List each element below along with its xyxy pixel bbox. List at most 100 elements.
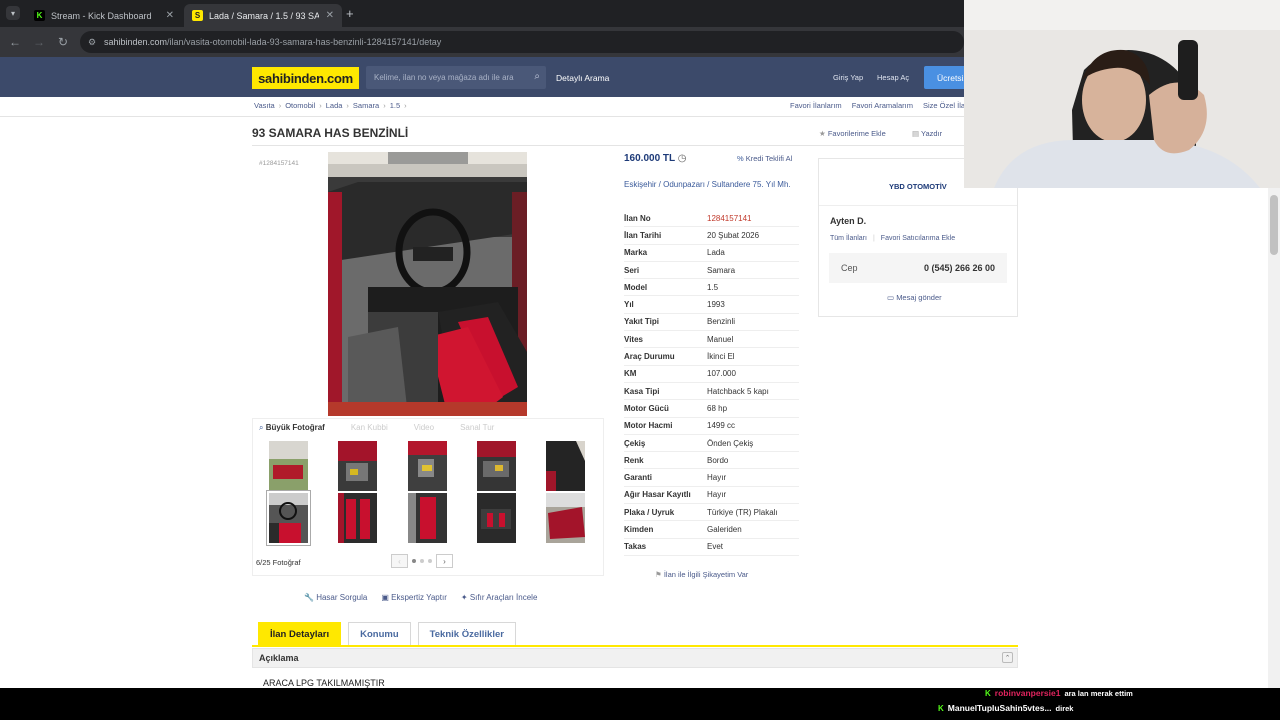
detail-value: 20 Şubat 2026: [707, 230, 760, 240]
large-photo-tab[interactable]: ⌕ Büyük Fotoğraf: [259, 423, 325, 433]
register-link[interactable]: Hesap Aç: [877, 73, 909, 82]
photo-thumbnail[interactable]: [269, 441, 308, 491]
detail-value: Samara: [707, 265, 736, 275]
browser-tab-kick[interactable]: K Stream - Kick Dashboard ✕: [26, 4, 182, 27]
detail-key: Marka: [624, 248, 648, 258]
page-dot[interactable]: [412, 559, 416, 563]
photo-thumbnail[interactable]: [477, 493, 516, 543]
breadcrumb-item[interactable]: Otomobil: [285, 101, 315, 110]
scrollbar-thumb[interactable]: [1270, 195, 1278, 255]
print-link[interactable]: ▤ Yazdır: [912, 129, 942, 138]
photo-thumbnail[interactable]: [338, 493, 377, 543]
main-photo[interactable]: [328, 152, 527, 416]
large-photo-label: Büyük Fotoğraf: [265, 423, 325, 432]
detail-key: Motor Gücü: [624, 403, 669, 413]
photo-thumbnail[interactable]: [408, 493, 447, 543]
kick-badge-icon: K: [985, 688, 991, 698]
detail-row: Seri Samara: [624, 262, 799, 280]
photo-thumbnail[interactable]: [477, 441, 516, 491]
detail-key: Takas: [624, 542, 647, 552]
breadcrumb-item[interactable]: 1.5: [390, 101, 400, 110]
breadcrumb-item[interactable]: Vasıta: [254, 101, 275, 110]
tab-listing-details[interactable]: İlan Detayları: [258, 622, 342, 645]
photo-thumbnail[interactable]: [546, 493, 585, 543]
photo-thumbnail-selected[interactable]: [266, 490, 311, 546]
close-icon[interactable]: ✕: [326, 10, 334, 21]
damage-check-link[interactable]: 🔧 Hasar Sorgula: [304, 593, 367, 602]
detail-key: Yakıt Tipi: [624, 317, 659, 327]
wrench-icon: 🔧: [304, 593, 314, 602]
inspection-link[interactable]: ▣ Ekspertiz Yaptır: [381, 593, 447, 602]
favorite-seller-link[interactable]: Favori Satıcılarıma Ekle: [881, 235, 955, 242]
favorite-ads-link[interactable]: Favori İlanlarım: [790, 101, 842, 110]
url-host: sahibinden.com: [104, 37, 168, 47]
detail-row: Takas Evet: [624, 539, 799, 556]
description-header: [252, 648, 1018, 668]
add-favorite-label: Favorilerime Ekle: [827, 129, 886, 138]
shop-name[interactable]: YBD OTOMOTİV: [889, 182, 947, 191]
add-favorite-link[interactable]: ★ Favorilerime Ekle: [819, 129, 886, 138]
detail-value: Evet: [707, 542, 724, 552]
forward-icon[interactable]: →: [27, 35, 51, 49]
detail-row: Kasa Tipi Hatchback 5 kapı: [624, 383, 799, 401]
collapse-icon[interactable]: ⌃: [1002, 652, 1013, 663]
photo-thumbnail[interactable]: [546, 441, 585, 491]
photo-thumbnail[interactable]: [338, 441, 377, 491]
detail-value: Önden Çekiş: [707, 438, 754, 448]
page-dot[interactable]: [420, 559, 424, 563]
detail-row: İlan Tarihi 20 Şubat 2026: [624, 227, 799, 245]
prev-page-button[interactable]: ‹: [391, 554, 408, 568]
search-icon[interactable]: ⌕: [534, 71, 540, 82]
favorite-searches-link[interactable]: Favori Aramalarım: [852, 101, 913, 110]
all-ads-link[interactable]: Tüm İlanları: [830, 235, 867, 242]
virtual-tour-tab: Sanal Tur: [460, 423, 495, 432]
back-icon[interactable]: ←: [3, 35, 27, 49]
new-cars-link[interactable]: ✦ Sıfır Araçları İncele: [461, 593, 538, 602]
detail-value: Hatchback 5 kapı: [707, 386, 769, 396]
tab-technical[interactable]: Teknik Özellikler: [417, 622, 516, 645]
phone-number[interactable]: 0 (545) 266 26 00: [924, 263, 995, 273]
detail-key: Model: [624, 282, 648, 292]
detail-value: 1.5: [707, 282, 719, 292]
flag-icon: ⚑: [655, 570, 662, 579]
advanced-search-link[interactable]: Detaylı Arama: [556, 73, 609, 83]
page-tabs: İlan Detayları Konumu Teknik Özellikler: [258, 622, 516, 645]
close-icon[interactable]: ✕: [166, 10, 174, 21]
breadcrumb-item[interactable]: Samara: [353, 101, 379, 110]
send-message-link[interactable]: ▭ Mesaj gönder: [887, 293, 942, 302]
detail-key: İlan No: [624, 213, 651, 223]
price-history-icon[interactable]: ◷: [678, 153, 687, 164]
new-tab-button[interactable]: +: [346, 6, 354, 21]
phone-label: Cep: [841, 263, 858, 273]
location-city[interactable]: Eskişehir: [624, 180, 656, 189]
detail-row: Çekiş Önden Çekiş: [624, 435, 799, 453]
detail-key: Araç Durumu: [624, 352, 675, 362]
detail-value: Bordo: [707, 455, 729, 465]
seller-name: Ayten D.: [830, 216, 867, 226]
login-link[interactable]: Giriş Yap: [833, 73, 863, 82]
location-district[interactable]: Odunpazarı: [663, 180, 705, 189]
report-link[interactable]: ⚑ İlan ile İlgili Şikayetim Var: [655, 570, 748, 579]
page-dot[interactable]: [428, 559, 432, 563]
thumbnail-pager: ‹ ›: [391, 554, 453, 568]
breadcrumb-item[interactable]: Lada: [326, 101, 343, 110]
phone-box: Cep 0 (545) 266 26 00: [829, 253, 1007, 283]
detail-row: Kimden Galeriden: [624, 521, 799, 539]
tab-list-dropdown[interactable]: ▾: [6, 6, 20, 20]
location-neighborhood[interactable]: Sultandere 75. Yıl Mh.: [712, 180, 791, 189]
detail-value: 107.000: [707, 369, 736, 379]
reload-icon[interactable]: ↻: [51, 35, 75, 49]
photo-thumbnail[interactable]: [408, 441, 447, 491]
divider: [252, 145, 964, 146]
site-info-icon[interactable]: ⚙: [88, 37, 96, 48]
detail-value: İkinci El: [707, 352, 735, 362]
price: 160.000 TL ◷: [624, 153, 686, 164]
next-page-button[interactable]: ›: [436, 554, 453, 568]
site-logo[interactable]: sahibinden.com: [252, 67, 359, 89]
browser-tab-sahibinden[interactable]: S Lada / Samara / 1.5 / 93 SAMAF ✕: [184, 4, 342, 27]
address-bar[interactable]: ⚙ sahibinden.com /ilan/vasita-otomobil-l…: [80, 31, 964, 53]
tab-location[interactable]: Konumu: [348, 622, 411, 645]
credit-offer-link[interactable]: % Kredi Teklifi Al: [737, 154, 792, 163]
scrollbar[interactable]: [1268, 188, 1280, 688]
search-input[interactable]: Kelime, ilan no veya mağaza adı ile ara …: [366, 66, 546, 89]
